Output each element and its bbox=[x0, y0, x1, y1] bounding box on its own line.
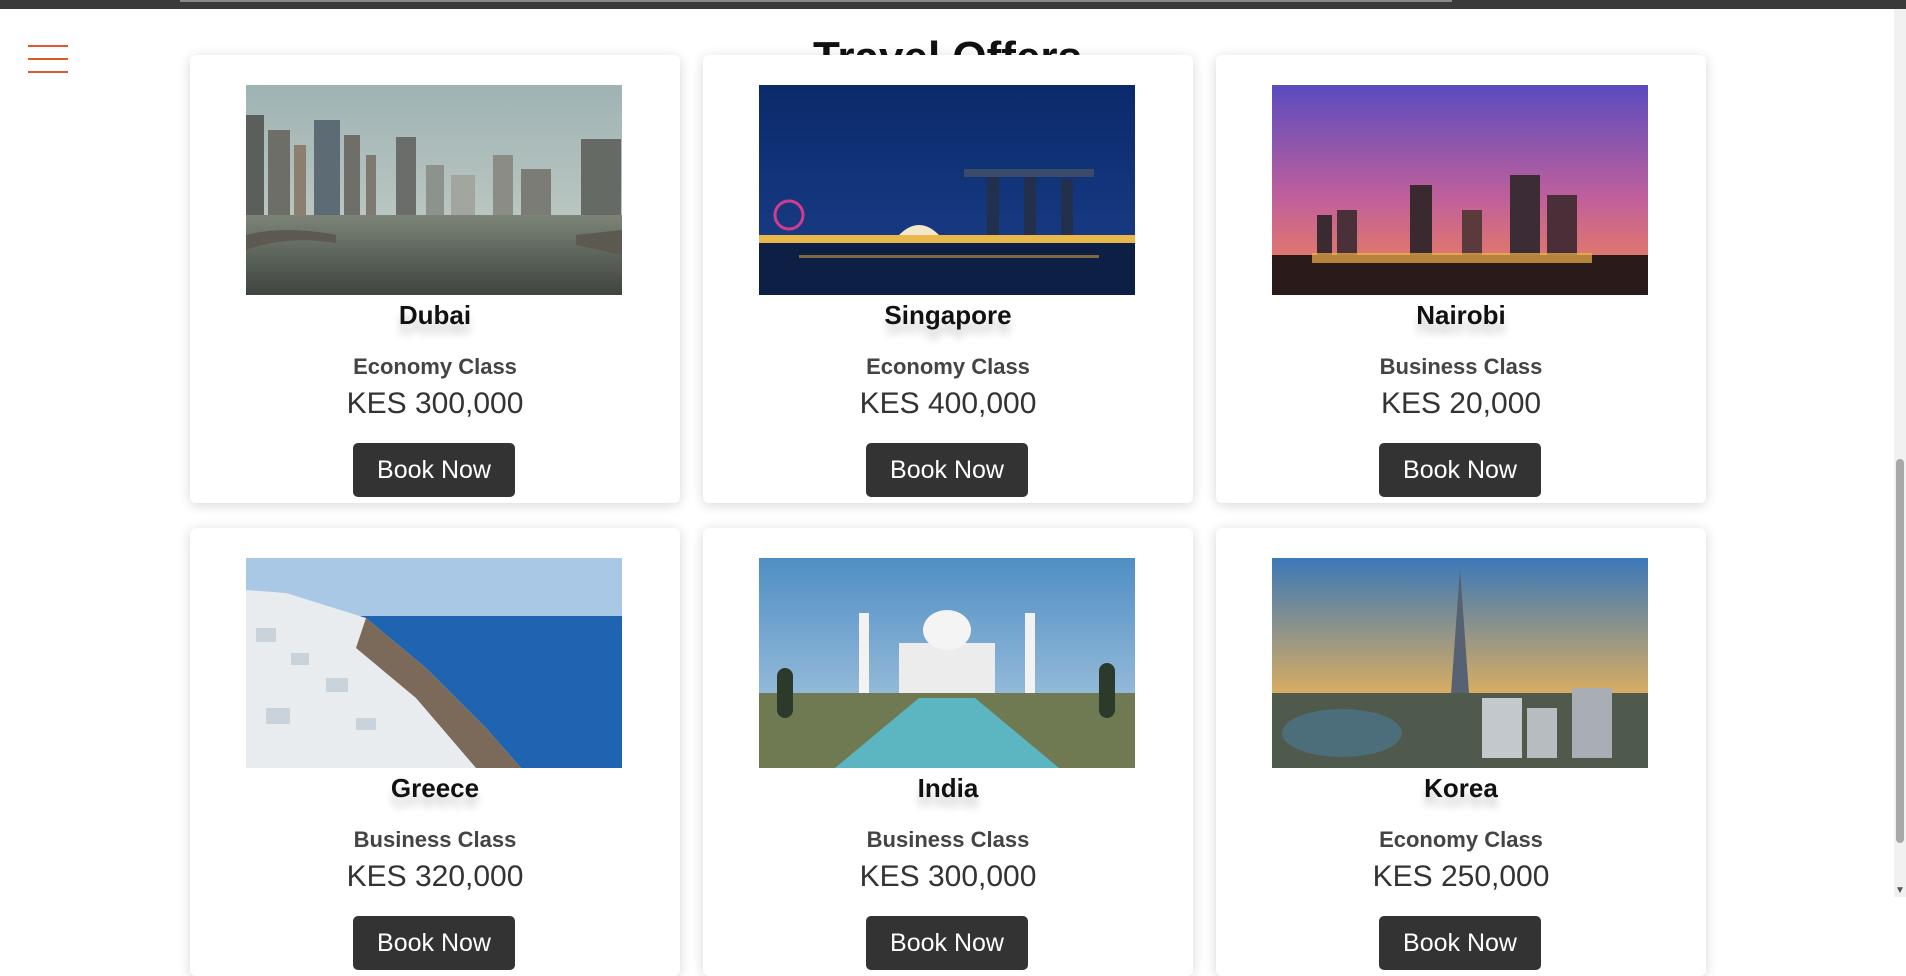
destination-image-nairobi bbox=[1272, 85, 1648, 295]
book-now-button-korea[interactable]: Book Now bbox=[1379, 916, 1541, 970]
book-now-button-nairobi[interactable]: Book Now bbox=[1379, 443, 1541, 497]
destination-name: Dubai bbox=[398, 300, 472, 330]
top-bar-strip bbox=[180, 0, 1452, 2]
offer-card-dubai: Dubai Economy Class KES 300,000 Book Now bbox=[190, 55, 680, 503]
offer-card-singapore: Singapore Economy Class KES 400,000 Book… bbox=[703, 55, 1193, 503]
offer-card-korea: Korea Economy Class KES 250,000 Book Now bbox=[1216, 528, 1706, 976]
book-now-button-singapore[interactable]: Book Now bbox=[866, 443, 1028, 497]
destination-name: Greece bbox=[390, 773, 480, 803]
travel-class: Economy Class bbox=[353, 354, 517, 379]
offer-card-greece: Greece Business Class KES 320,000 Book N… bbox=[190, 528, 680, 976]
scroll-down-arrow-icon[interactable]: ▼ bbox=[1895, 885, 1905, 897]
offer-price: KES 300,000 bbox=[859, 860, 1037, 893]
offer-price: KES 20,000 bbox=[1380, 387, 1542, 420]
offer-price: KES 250,000 bbox=[1372, 860, 1550, 893]
offer-price: KES 400,000 bbox=[859, 387, 1037, 420]
book-now-button-greece[interactable]: Book Now bbox=[353, 916, 515, 970]
destination-name: Korea bbox=[1424, 773, 1498, 803]
destination-image-greece bbox=[246, 558, 622, 768]
destination-name: India bbox=[917, 773, 979, 803]
destination-image-singapore bbox=[759, 85, 1135, 295]
destination-name: Nairobi bbox=[1416, 300, 1506, 330]
book-now-button-dubai[interactable]: Book Now bbox=[353, 443, 515, 497]
offer-card-india: India Business Class KES 300,000 Book No… bbox=[703, 528, 1193, 976]
destination-image-india bbox=[759, 558, 1135, 768]
browser-top-bar bbox=[0, 0, 1906, 9]
scrollbar-thumb[interactable] bbox=[1896, 459, 1904, 843]
offer-card-nairobi: Nairobi Business Class KES 20,000 Book N… bbox=[1216, 55, 1706, 503]
vertical-scrollbar[interactable]: ▼ bbox=[1894, 9, 1906, 897]
travel-class: Economy Class bbox=[1379, 827, 1543, 852]
destination-image-dubai bbox=[246, 85, 622, 295]
travel-class: Business Class bbox=[1379, 354, 1543, 379]
destination-image-korea bbox=[1272, 558, 1648, 768]
book-now-button-india[interactable]: Book Now bbox=[866, 916, 1028, 970]
offer-price: KES 320,000 bbox=[346, 860, 524, 893]
travel-class: Business Class bbox=[866, 827, 1030, 852]
travel-class: Economy Class bbox=[866, 354, 1030, 379]
offer-price: KES 300,000 bbox=[346, 387, 524, 420]
destination-name: Singapore bbox=[884, 300, 1012, 330]
travel-class: Business Class bbox=[353, 827, 517, 852]
